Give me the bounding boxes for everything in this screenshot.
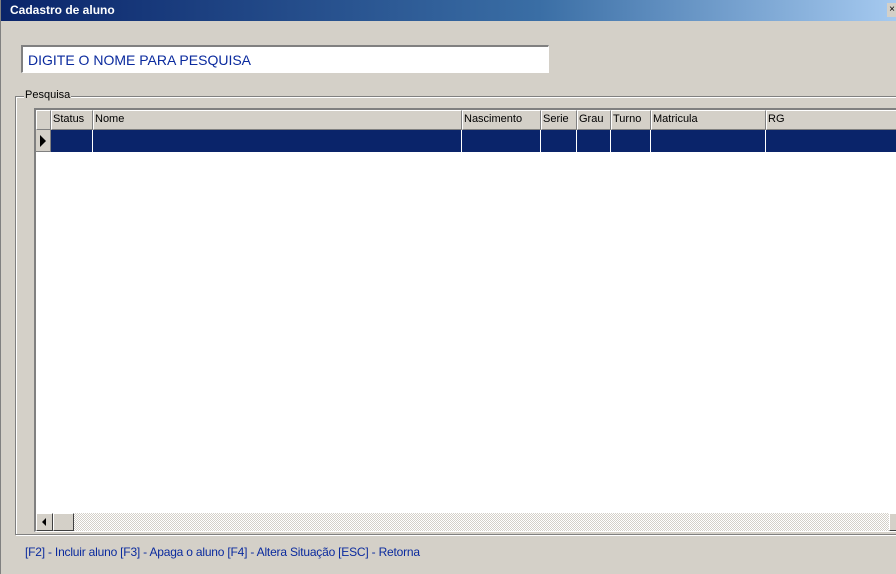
header-indicator xyxy=(36,110,51,130)
search-input[interactable] xyxy=(21,45,549,73)
scroll-thumb[interactable] xyxy=(53,513,74,531)
cell-matricula[interactable] xyxy=(651,130,766,152)
table-row[interactable] xyxy=(36,130,896,152)
scroll-right-button[interactable] xyxy=(889,513,896,531)
shortcut-hints: [F2] - Incluir aluno [F3] - Apaga o alun… xyxy=(25,545,420,559)
column-header-matricula[interactable]: Matricula xyxy=(651,110,766,130)
cell-nascimento[interactable] xyxy=(462,130,541,152)
cell-nome[interactable] xyxy=(93,130,462,152)
scroll-left-button[interactable] xyxy=(36,513,53,531)
cell-grau[interactable] xyxy=(577,130,611,152)
groupbox-label: Pesquisa xyxy=(24,88,72,102)
row-indicator xyxy=(36,130,51,152)
column-header-nome[interactable]: Nome xyxy=(93,110,462,130)
cell-serie[interactable] xyxy=(541,130,577,152)
horizontal-scrollbar[interactable] xyxy=(36,513,896,531)
title-bar[interactable]: Cadastro de aluno × xyxy=(1,0,896,21)
column-header-turno[interactable]: Turno xyxy=(611,110,651,130)
column-header-rg[interactable]: RG xyxy=(766,110,896,130)
cell-turno[interactable] xyxy=(611,130,651,152)
window-title: Cadastro de aluno xyxy=(10,3,115,17)
cell-status[interactable] xyxy=(51,130,93,152)
column-header-grau[interactable]: Grau xyxy=(577,110,611,130)
cell-rg[interactable] xyxy=(766,130,896,152)
arrow-left-icon xyxy=(42,518,46,526)
column-header-serie[interactable]: Serie xyxy=(541,110,577,130)
close-icon[interactable]: × xyxy=(887,3,896,17)
main-window: Cadastro de aluno × Pesquisa Status Nome… xyxy=(0,0,896,574)
column-header-status[interactable]: Status xyxy=(51,110,93,130)
grid-header: Status Nome Nascimento Serie Grau Turno … xyxy=(36,110,896,130)
students-grid[interactable]: Status Nome Nascimento Serie Grau Turno … xyxy=(34,108,896,532)
column-header-nascimento[interactable]: Nascimento xyxy=(462,110,541,130)
row-pointer-icon xyxy=(40,135,46,147)
